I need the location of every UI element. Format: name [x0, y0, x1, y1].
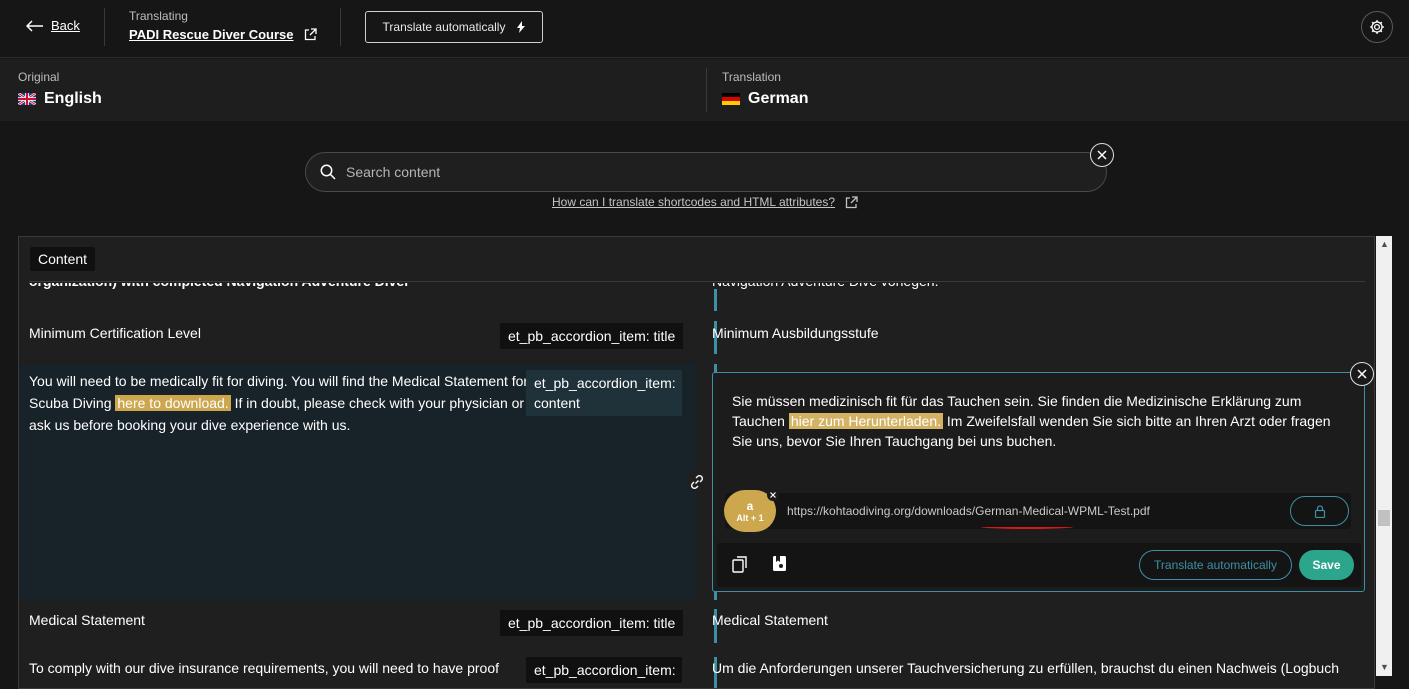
- uk-flag-icon: [18, 93, 36, 105]
- copy-icon: [732, 556, 747, 573]
- external-link-icon: [304, 28, 317, 41]
- scrollbar-thumb[interactable]: [1378, 510, 1390, 526]
- shortcodes-help-link[interactable]: How can I translate shortcodes and HTML …: [552, 195, 858, 209]
- translation-text[interactable]: Minimum Ausbildungsstufe: [712, 322, 879, 344]
- course-title: PADI Rescue Diver Course: [129, 27, 294, 42]
- original-text: Minimum Certification Level: [29, 325, 201, 341]
- scroll-up-icon[interactable]: ▲: [1380, 239, 1389, 249]
- link-badge-shortcut: Alt + 1: [736, 513, 764, 523]
- translation-editor: Sie müssen medizinisch fit für das Tauch…: [712, 372, 1365, 592]
- divider: [706, 68, 707, 112]
- copy-button[interactable]: [732, 556, 748, 578]
- divider: [340, 8, 341, 46]
- translation-text[interactable]: Um die Anforderungen unserer Tauchversic…: [712, 657, 1339, 679]
- translate-automatically-label: Translate automatically: [382, 20, 506, 34]
- divider: [104, 8, 105, 46]
- shortcode-tag: et_pb_accordion_item: title: [500, 610, 684, 636]
- search-input[interactable]: [346, 164, 1046, 180]
- translating-label: Translating: [129, 9, 188, 23]
- lock-button[interactable]: [1290, 496, 1349, 526]
- close-icon: [1097, 150, 1107, 160]
- back-button[interactable]: Back: [26, 18, 80, 33]
- table-row: organization) with completed Navigation …: [19, 283, 1374, 311]
- scroll-down-icon[interactable]: ▼: [1380, 662, 1389, 672]
- original-text: organization) with completed Navigation …: [29, 283, 410, 292]
- original-text: Medical Statement: [29, 612, 145, 628]
- original-text: To comply with our dive insurance requir…: [29, 660, 500, 676]
- link-attribute-row: a Alt + 1 https://kohtaodiving.org/downl…: [724, 489, 1351, 532]
- link-url-field[interactable]: https://kohtaodiving.org/downloads/Germa…: [787, 504, 1150, 518]
- course-title-link[interactable]: PADI Rescue Diver Course: [129, 27, 317, 42]
- settings-button[interactable]: [1361, 11, 1393, 43]
- shortcode-tag: et_pb_accordion_item: title: [500, 323, 684, 349]
- glossary-button[interactable]: [772, 555, 787, 577]
- translation-language: German: [722, 90, 808, 108]
- translation-link-text: hier zum Herunterladen.: [788, 413, 944, 429]
- back-label: Back: [51, 18, 80, 33]
- content-tab[interactable]: Content: [30, 247, 96, 271]
- translation-text[interactable]: Medical Statement: [712, 609, 828, 631]
- shortcodes-help-label: How can I translate shortcodes and HTML …: [552, 195, 836, 209]
- gear-icon: [1370, 20, 1384, 34]
- original-text: You will need to be medically fit for di…: [29, 370, 529, 436]
- translation-text: Navigation Adventure Dive vorlegen.: [712, 283, 938, 292]
- original-label: Original: [18, 70, 60, 84]
- translation-label: Translation: [722, 70, 781, 84]
- lightning-icon: [517, 21, 526, 33]
- lock-icon: [1314, 504, 1325, 518]
- remove-link-button[interactable]: [767, 489, 779, 501]
- close-editor-button[interactable]: [1350, 362, 1374, 386]
- translate-automatically-button[interactable]: Translate automatically: [365, 11, 543, 43]
- editor-toolbar: Translate automatically Save: [717, 543, 1361, 587]
- search-box: [305, 152, 1107, 192]
- scrollbar[interactable]: ▲ ▼: [1376, 236, 1392, 676]
- external-link-icon: [845, 195, 858, 208]
- translate-automatically-button[interactable]: Translate automatically: [1139, 550, 1292, 580]
- chain-link-icon: [690, 474, 704, 490]
- search-icon: [320, 164, 336, 180]
- original-language-name: English: [44, 90, 102, 107]
- top-bar: Back Translating PADI Rescue Diver Cours…: [0, 0, 1409, 58]
- original-language: English: [18, 90, 102, 108]
- divider: [29, 281, 1365, 282]
- language-bar: [0, 59, 1409, 121]
- arrow-left-icon: [26, 19, 43, 32]
- red-annotation-underline: [981, 525, 1073, 529]
- book-icon: [773, 556, 786, 571]
- original-link-text: here to download.: [115, 395, 231, 411]
- german-flag-icon: [722, 93, 740, 105]
- translation-language-name: German: [748, 90, 809, 107]
- clear-search-button[interactable]: [1090, 143, 1114, 167]
- translation-editor-text[interactable]: Sie müssen medizinisch fit für das Tauch…: [732, 391, 1347, 451]
- shortcode-tag: et_pb_accordion_item:: [526, 657, 682, 683]
- link-badge-letter: a: [746, 499, 754, 513]
- save-button[interactable]: Save: [1299, 550, 1354, 580]
- link-toggle[interactable]: [686, 471, 708, 493]
- shortcode-tag: et_pb_accordion_item: content: [526, 370, 682, 416]
- close-icon: [1357, 369, 1367, 379]
- row-divider: [714, 289, 717, 311]
- close-icon: [770, 492, 776, 498]
